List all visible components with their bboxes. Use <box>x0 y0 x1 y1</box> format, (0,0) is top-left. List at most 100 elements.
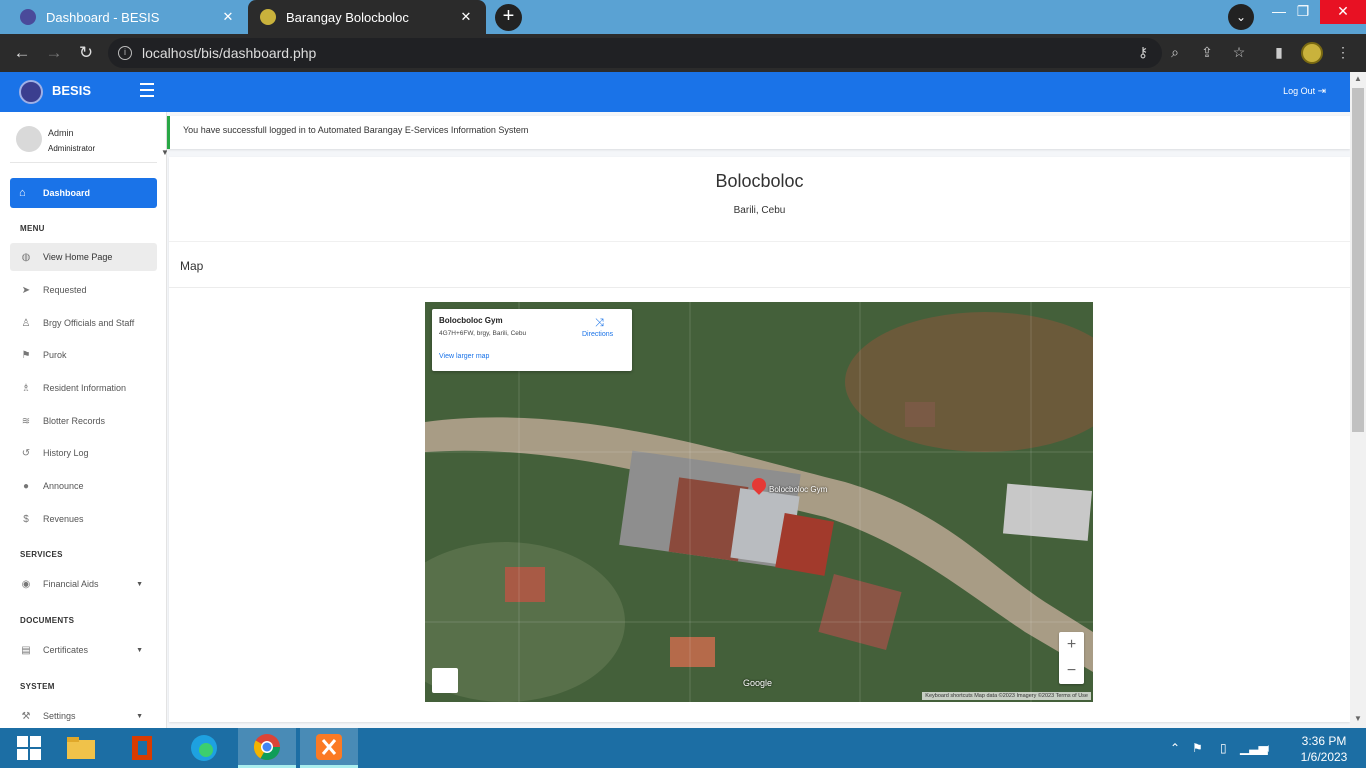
sidebar-item-officials[interactable]: ♙ Brgy Officials and Staff <box>10 309 157 337</box>
edge-icon[interactable] <box>175 728 233 768</box>
network-icon[interactable]: ▁▃▅ <box>1240 741 1268 755</box>
clock-date: 1/6/2023 <box>1300 750 1348 764</box>
system-clock[interactable]: 3:36 PM 1/6/2023 <box>1286 733 1362 765</box>
xampp-icon[interactable] <box>300 728 358 768</box>
directions-icon[interactable]: ⤨ <box>595 317 607 329</box>
map-type-toggle[interactable] <box>432 668 458 693</box>
wrench-icon: ⚒ <box>21 710 31 722</box>
scroll-up-icon[interactable]: ▲ <box>1354 74 1362 83</box>
logout-button[interactable]: Log Out ⇥ <box>1283 86 1326 97</box>
place-address: 4G7H+6FW, brgy, Barili, Cebu <box>439 330 527 337</box>
bookmark-star-icon[interactable]: ☆ <box>1228 41 1250 63</box>
file-explorer-icon[interactable] <box>52 728 110 768</box>
login-success-alert: You have successfull logged in to Automa… <box>167 116 1350 149</box>
sidebar-item-label: Brgy Officials and Staff <box>43 318 135 328</box>
sidebar-item-label: Announce <box>43 481 84 491</box>
user-role: Administrator <box>48 144 96 153</box>
main-content: You have successfull logged in to Automa… <box>167 112 1350 728</box>
volume-icon[interactable]: 🔈︎ <box>1265 741 1272 756</box>
scrollbar-thumb[interactable] <box>1352 88 1364 432</box>
scroll-down-icon[interactable]: ▼ <box>1354 714 1362 723</box>
section-menu: MENU <box>20 224 45 233</box>
browser-toolbar: ← → ↻ i localhost/bis/dashboard.php ⚷ ⌕ … <box>0 34 1366 72</box>
sidebar-item-history-log[interactable]: ↺ History Log <box>10 439 157 467</box>
show-hidden-icons[interactable]: ⌃ <box>1170 741 1180 755</box>
sidebar-item-label: View Home Page <box>43 252 113 262</box>
tab-favicon <box>20 9 36 25</box>
sidebar-item-dashboard[interactable]: ⌂ Dashboard <box>10 178 157 208</box>
layers-icon: ≋ <box>21 415 31 427</box>
section-services: SERVICES <box>20 550 63 559</box>
google-logo: Google <box>743 678 773 688</box>
forward-icon[interactable]: → <box>42 41 66 65</box>
sidebar-item-label: Requested <box>43 285 87 295</box>
close-tab-icon[interactable]: ✕ <box>458 9 474 25</box>
sidebar-item-label: Settings <box>43 711 76 721</box>
office-icon[interactable] <box>113 728 171 768</box>
history-icon: ↺ <box>21 447 31 459</box>
new-tab-button[interactable]: + <box>495 4 522 31</box>
window-close-icon[interactable]: ✕ <box>1320 0 1366 24</box>
home-icon: ⌂ <box>19 187 26 199</box>
flag-icon[interactable]: ⚑ <box>1192 741 1203 755</box>
sidebar-item-announce[interactable]: ● Announce <box>10 472 157 500</box>
sidebar-item-purok[interactable]: ⚑ Purok <box>10 341 157 369</box>
view-larger-map-link[interactable]: View larger map <box>439 353 489 360</box>
restore-icon[interactable]: ❐ <box>1286 0 1320 24</box>
sidebar-item-label: Financial Aids <box>43 579 99 589</box>
taskbar: ⌃ ⚑ ▯ ▁▃▅ 🔈︎ 3:36 PM 1/6/2023 <box>0 728 1366 768</box>
sidebar-item-label: Revenues <box>43 514 84 524</box>
menu-kebab-icon[interactable]: ⋮ <box>1332 41 1354 63</box>
sidebar-item-view-home-page[interactable]: ◍ View Home Page <box>10 243 157 271</box>
battery-icon[interactable]: ▯ <box>1220 741 1227 755</box>
chevron-down-icon: ▼ <box>136 712 143 720</box>
sidebar-item-financial-aids[interactable]: ◉ Financial Aids ▼ <box>10 570 157 598</box>
sidebar-item-requested[interactable]: ➤ Requested <box>10 276 157 304</box>
user-search-icon: ♗ <box>21 382 31 394</box>
close-tab-icon[interactable]: ✕ <box>220 9 236 25</box>
browser-tab-strip: Dashboard - BESIS ✕ Barangay Bolocboloc … <box>0 0 1366 34</box>
side-panel-icon[interactable]: ▮ <box>1268 41 1290 63</box>
sidebar-item-certificates[interactable]: ▤ Certificates ▼ <box>10 636 157 664</box>
brand-name[interactable]: BESIS <box>52 83 91 98</box>
site-info-icon[interactable]: i <box>118 46 132 60</box>
zoom-controls: + − <box>1059 632 1084 684</box>
windows-start-icon[interactable] <box>0 728 58 768</box>
directions-link[interactable]: Directions <box>582 331 613 338</box>
reload-icon[interactable]: ↻ <box>74 41 98 65</box>
zoom-out-button[interactable]: − <box>1059 658 1084 684</box>
sidebar-item-blotter-records[interactable]: ≋ Blotter Records <box>10 407 157 435</box>
profile-avatar[interactable] <box>1301 42 1323 64</box>
tab-search-icon[interactable]: ⌄ <box>1228 4 1254 30</box>
sidebar-item-label: Dashboard <box>43 188 91 198</box>
pin-label: Bolocboloc Gym <box>769 485 828 494</box>
embedded-map[interactable]: Bolocboloc Gym 4G7H+6FW, brgy, Barili, C… <box>425 302 1093 702</box>
share-icon[interactable]: ⇪ <box>1196 41 1218 63</box>
user-icon: ● <box>22 480 30 492</box>
address-bar[interactable]: i localhost/bis/dashboard.php <box>108 38 1162 68</box>
page-title: Bolocboloc <box>715 171 804 191</box>
barangay-card: Bolocboloc Barili, Cebu Map Bolocboloc G… <box>169 157 1350 722</box>
signpost-icon: ⚑ <box>21 349 31 361</box>
divider <box>10 162 157 163</box>
key-icon[interactable]: ⚷ <box>1132 41 1154 63</box>
zoom-icon[interactable]: ⌕ <box>1164 41 1186 63</box>
hamburger-menu-icon[interactable] <box>140 83 154 97</box>
browser-tab-barangay[interactable]: Barangay Bolocboloc ✕ <box>248 0 486 34</box>
chrome-icon[interactable] <box>238 728 296 768</box>
sidebar-item-revenues[interactable]: $ Revenues <box>10 505 157 533</box>
place-name: Bolocboloc Gym <box>439 316 503 325</box>
map-section-title: Map <box>180 259 204 273</box>
page-scrollbar[interactable]: ▲ ▼ <box>1350 72 1366 728</box>
zoom-in-button[interactable]: + <box>1059 632 1084 658</box>
map-attribution[interactable]: Keyboard shortcuts Map data ©2023 Imager… <box>922 692 1091 700</box>
sidebar-item-resident-information[interactable]: ♗ Resident Information <box>10 374 157 402</box>
logout-icon: ⇥ <box>1317 86 1326 97</box>
map-section-header: Map <box>169 241 1350 288</box>
chevron-down-icon: ▼ <box>136 646 143 654</box>
app-header: BESIS Log Out ⇥ <box>0 72 1350 112</box>
browser-tab-dashboard[interactable]: Dashboard - BESIS ✕ <box>8 0 248 34</box>
sidebar-item-settings[interactable]: ⚒ Settings ▼ <box>10 702 157 730</box>
back-icon[interactable]: ← <box>10 41 34 65</box>
tab-title: Barangay Bolocboloc <box>286 9 409 25</box>
